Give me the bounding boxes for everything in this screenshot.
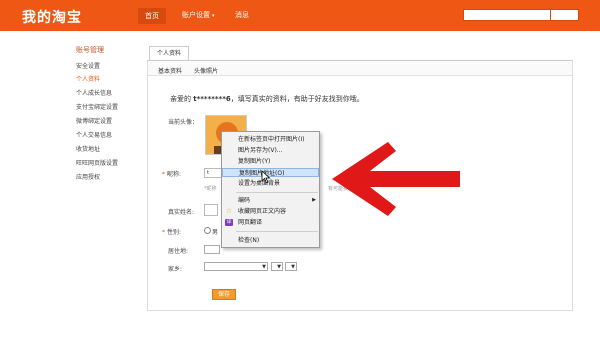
- greeting-text: 亲爱的 t********6，填写真实的资料，有助于好友找到你哦。: [170, 94, 364, 104]
- gender-label-text: 性别:: [167, 229, 182, 236]
- nav-home-tab[interactable]: 首页: [138, 8, 166, 24]
- greeting-suffix: ，填写真实的资料，有助于好友找到你哦。: [230, 95, 364, 103]
- nav-account-settings[interactable]: 账户设置 ▾: [182, 10, 215, 20]
- required-mark: *: [162, 229, 165, 236]
- sidebar-item-security[interactable]: 安全设置: [76, 61, 100, 70]
- nickname-label: * 昵称:: [162, 169, 181, 178]
- tab-personal-info[interactable]: 个人资料: [149, 46, 189, 60]
- sidebar-item-profile[interactable]: 个人资料: [76, 74, 100, 83]
- ctx-encoding[interactable]: 编码 ▶: [222, 196, 319, 205]
- hometown-city-select[interactable]: ▼: [271, 262, 283, 271]
- hometown-label: 家乡:: [168, 266, 183, 273]
- nav-messages[interactable]: 消息: [235, 10, 249, 20]
- residence-select[interactable]: [204, 245, 220, 254]
- subtab-avatar-photo[interactable]: 头像照片: [194, 66, 218, 75]
- search-button[interactable]: [551, 9, 579, 21]
- greeting-prefix: 亲爱的: [170, 95, 191, 103]
- ctx-translate-page-label: 网页翻译: [238, 219, 263, 226]
- red-arrow-icon: [332, 142, 460, 216]
- sidebar-item-trade-info[interactable]: 个人交易信息: [76, 130, 112, 139]
- translate-icon: 译: [225, 219, 233, 226]
- sidebar-item-app-auth[interactable]: 应用授权: [76, 172, 100, 181]
- residence-label: 居住地:: [168, 248, 189, 255]
- ctx-encoding-label: 编码: [238, 197, 251, 204]
- realname-field[interactable]: [204, 204, 218, 216]
- mouse-cursor-icon: [261, 170, 271, 184]
- sidebar-item-alipay[interactable]: 支付宝绑定设置: [76, 102, 118, 111]
- sidebar-item-growth[interactable]: 个人成长信息: [76, 88, 112, 97]
- ctx-bookmark-content[interactable]: ☆ 收藏网页正文内容: [222, 207, 319, 216]
- subtab-basic-info[interactable]: 基本资料: [158, 66, 182, 75]
- required-mark: *: [162, 171, 165, 178]
- search-input[interactable]: [463, 9, 551, 21]
- nav-account-label: 账户设置: [182, 11, 210, 19]
- avatar-label: 当前头像：: [168, 119, 199, 126]
- gender-male-radio[interactable]: [204, 227, 211, 234]
- hometown-district-select[interactable]: ▼: [285, 262, 297, 271]
- top-nav-bar: 我的淘宝 首页 账户设置 ▾ 消息: [0, 0, 600, 31]
- menu-divider: [236, 231, 318, 232]
- realname-label: 真实姓名:: [168, 209, 195, 216]
- username: t********6: [193, 95, 231, 103]
- nickname-field[interactable]: t: [204, 168, 222, 178]
- nickname-label-text: 昵称:: [167, 171, 182, 178]
- ctx-inspect[interactable]: 检查(N): [222, 236, 319, 245]
- context-menu: 在新标签页中打开图片(I) 图片另存为(V)... 复制图片(Y) 复制图片地址…: [221, 131, 320, 248]
- chevron-down-icon: ▾: [212, 13, 215, 19]
- ctx-open-image-new-tab[interactable]: 在新标签页中打开图片(I): [222, 135, 319, 144]
- submenu-arrow-icon: ▶: [312, 197, 316, 203]
- chevron-down-icon: ▼: [277, 264, 281, 270]
- save-button[interactable]: 保存: [212, 289, 236, 300]
- ctx-translate-page[interactable]: 译 网页翻译: [222, 218, 319, 227]
- ctx-bookmark-content-label: 收藏网页正文内容: [238, 208, 287, 215]
- hometown-province-select[interactable]: ▼: [204, 262, 268, 271]
- sidebar-item-address[interactable]: 收货地址: [76, 144, 100, 153]
- sidebar-item-wangwang[interactable]: 旺旺网页版设置: [76, 158, 118, 167]
- gender-male-label: 男: [212, 229, 219, 236]
- menu-divider: [236, 192, 318, 193]
- sidebar-item-weibo[interactable]: 微博绑定设置: [76, 116, 112, 125]
- sidebar-title: 账号管理: [76, 46, 104, 54]
- star-icon: ☆: [225, 207, 233, 215]
- chevron-down-icon: ▼: [291, 264, 295, 270]
- chevron-down-icon: ▼: [262, 264, 266, 270]
- ctx-copy-image[interactable]: 复制图片(Y): [222, 157, 319, 166]
- ctx-save-image-as[interactable]: 图片另存为(V)...: [222, 146, 319, 155]
- gender-label: * 性别:: [162, 227, 181, 236]
- my-taobao-logo[interactable]: 我的淘宝: [22, 7, 82, 27]
- nickname-hint: *昵称: [204, 186, 217, 192]
